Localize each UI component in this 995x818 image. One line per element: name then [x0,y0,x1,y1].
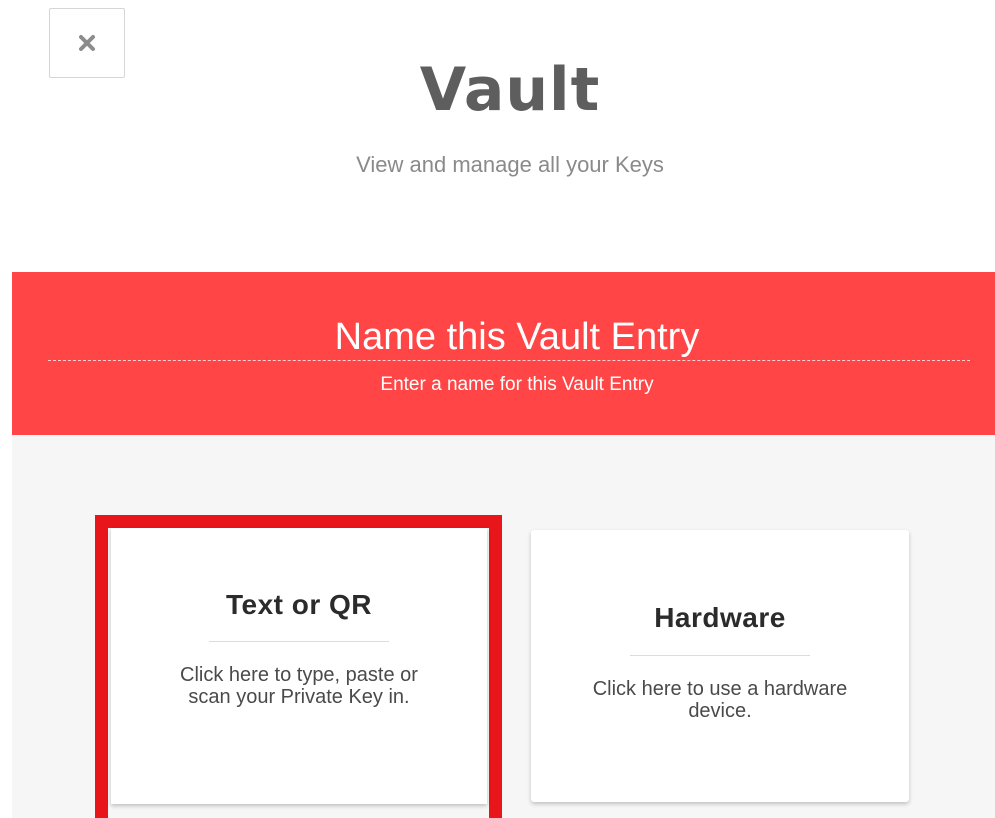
banner-subtitle: Enter a name for this Vault Entry [380,374,654,395]
card-divider [630,655,810,656]
banner-title: Name this Vault Entry [334,316,700,358]
card-divider [209,641,389,642]
hardware-option-card[interactable]: Hardware Click here to use a hardware de… [531,530,909,802]
page-title: Vault [419,55,601,125]
vault-page: Vault View and manage all your Keys Name… [0,0,995,818]
text-or-qr-option-card[interactable]: Text or QR Click here to type, paste or … [111,528,487,804]
banner-divider [48,360,970,361]
card-description: Click here to use a hardware device. [592,678,848,722]
step-banner: Name this Vault Entry Enter a name for t… [12,272,995,435]
card-title: Hardware [654,602,786,633]
page-subtitle: View and manage all your Keys [356,152,664,177]
card-description: Click here to type, paste or scan your P… [180,664,418,708]
card-title: Text or QR [225,589,373,620]
